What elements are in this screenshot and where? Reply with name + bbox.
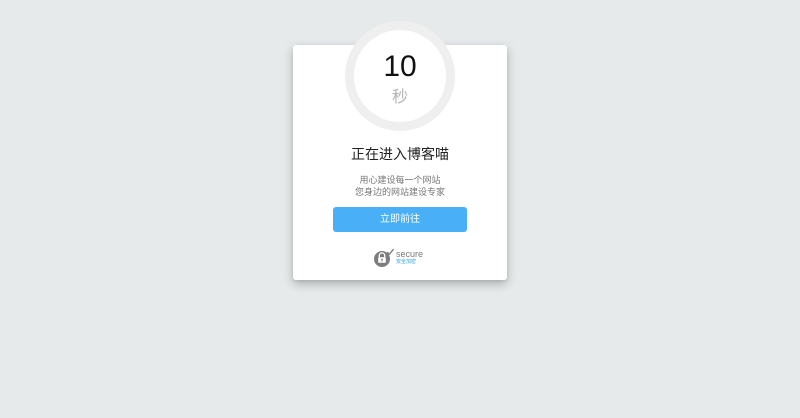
secure-badge: secure 安全加密 (373, 248, 433, 268)
countdown-number: 10 (383, 50, 417, 83)
description-line-2: 您身边的网站建设专家 (354, 188, 445, 198)
padlock-check-icon (374, 248, 394, 267)
secure-label: secure (396, 249, 424, 259)
go-now-button[interactable]: 立即前往 (333, 207, 467, 232)
countdown-unit: 秒 (391, 87, 408, 106)
countdown-timer: 10 秒 (345, 21, 455, 131)
secure-sublabel: 安全加密 (396, 259, 417, 265)
description-line-1: 用心建设每一个网站 (359, 176, 441, 186)
page-title: 正在进入博客喵 (351, 147, 449, 163)
